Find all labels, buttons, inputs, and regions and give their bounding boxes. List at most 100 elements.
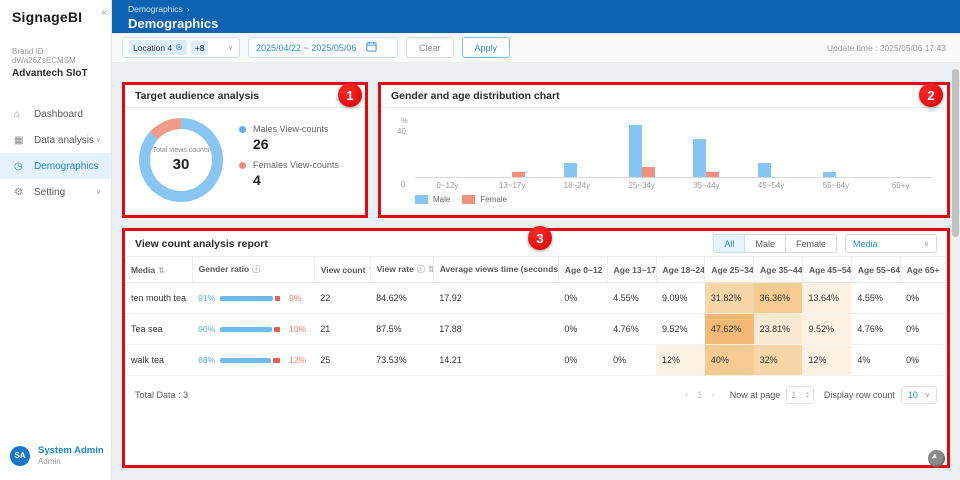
male-pct: 90%	[198, 324, 215, 334]
sidebar-item-label: Dashboard	[34, 109, 83, 120]
legend-swatch-icon	[415, 195, 428, 204]
prev-page-button[interactable]: ‹	[680, 390, 693, 401]
sidebar-item-demographics[interactable]: ◷Demographics	[0, 153, 111, 179]
column-header: View rateⓘ⇅	[370, 257, 433, 283]
page-input[interactable]: 1 ▴▾	[786, 386, 814, 404]
report-table: Media⇅Gender ratioⓘView count⇅View rateⓘ…	[125, 257, 947, 376]
location-more-chip[interactable]: +8	[191, 41, 209, 55]
gender-ratio-cell: 88% 12%	[192, 345, 314, 376]
annotation-box-3: View count analysis report AllMaleFemale…	[122, 228, 950, 468]
male-pct: 88%	[198, 355, 215, 365]
female-pct: 12%	[289, 355, 306, 365]
sidebar-item-data-analysis[interactable]: ▦Data analysis∨	[0, 127, 111, 153]
tab-male[interactable]: Male	[744, 234, 786, 253]
page-number[interactable]: 1	[693, 390, 706, 400]
age-cell: 32%	[754, 345, 803, 376]
column-header: Average views time (seconds)ⓘ⇅	[433, 257, 558, 283]
gender-ratio-bar	[220, 327, 284, 332]
info-icon[interactable]: ⓘ	[252, 265, 260, 274]
column-header: Age 0~12	[558, 257, 607, 283]
media-dropdown-value: Media	[853, 239, 878, 249]
column-header: Age 13~17	[607, 257, 656, 283]
age-cell: 0%	[558, 314, 607, 345]
age-cell: 4.55%	[851, 283, 900, 314]
annotation-badge-2: 2	[919, 83, 943, 107]
avg-time-cell: 17.88	[433, 314, 558, 345]
legend-value: 4	[253, 172, 339, 188]
male-bar	[220, 358, 271, 363]
sidebar-collapse-icon[interactable]: «	[101, 7, 107, 18]
scrollbar-thumb[interactable]	[952, 69, 959, 237]
column-header: Age 25~34	[705, 257, 754, 283]
annotation-box-1: Target audience analysis Total views cou…	[122, 82, 368, 218]
media-cell: Tea sea	[125, 314, 192, 345]
page-stepper[interactable]: ▴▾	[806, 391, 809, 399]
age-cell: 12%	[656, 345, 705, 376]
breadcrumb-separator: ›	[187, 5, 190, 14]
step-down-icon[interactable]: ▾	[806, 395, 809, 399]
column-header: Age 45~54	[802, 257, 851, 283]
sort-icon[interactable]: ⇅	[158, 266, 165, 275]
total-data: Total Data : 3	[135, 390, 188, 400]
calendar-icon[interactable]	[366, 39, 377, 57]
report-table-header: Media⇅Gender ratioⓘView count⇅View rateⓘ…	[125, 257, 947, 283]
next-page-button[interactable]: ›	[706, 390, 719, 401]
chip-remove-icon[interactable]: ⊗	[175, 42, 183, 53]
scrollbar[interactable]	[951, 63, 960, 480]
location-chip[interactable]: Location 4⊗	[129, 40, 187, 55]
female-bar	[274, 327, 280, 332]
bar-group-0~12y	[415, 120, 480, 177]
age-cell: 9.52%	[802, 314, 851, 345]
media-dropdown[interactable]: Media ∨	[845, 234, 937, 253]
female-bar	[275, 296, 280, 301]
breadcrumb[interactable]: Demographics ›	[128, 4, 960, 14]
age-cell: 0%	[607, 345, 656, 376]
media-cell: ten mouth tea	[125, 283, 192, 314]
gear-icon: ⚙	[14, 187, 34, 198]
bar-chart-legend: MaleFemale	[415, 195, 947, 204]
bar-male	[758, 163, 771, 177]
legend-value: 26	[253, 136, 339, 152]
sidebar-item-dashboard[interactable]: ⌂Dashboard	[0, 101, 111, 127]
sidebar-menu: ⌂Dashboard▦Data analysis∨◷Demographics⚙S…	[0, 101, 111, 205]
x-axis-ticks: 0~12y13~17y18~24y25~34y35~44y45~54y55~64…	[415, 181, 933, 190]
row-count-select[interactable]: 10 ∨	[901, 386, 937, 404]
tab-female[interactable]: Female	[785, 234, 837, 253]
user-block[interactable]: SA System Admin Admin	[10, 445, 104, 466]
legend-swatch-icon	[462, 195, 475, 204]
tab-all[interactable]: All	[713, 234, 745, 253]
x-tick-label: 45~54y	[739, 181, 804, 190]
age-cell: 0%	[558, 283, 607, 314]
info-icon[interactable]: ⓘ	[417, 265, 425, 274]
date-range-value: 2025/04/22 ~ 2025/05/06	[256, 43, 356, 53]
location-select[interactable]: Location 4⊗ +8 ∨	[122, 37, 240, 58]
chevron-down-icon: ∨	[96, 136, 101, 144]
breadcrumb-item[interactable]: Demographics	[128, 4, 183, 14]
display-row-count-label: Display row count	[824, 390, 895, 400]
bar-group-25~34y	[609, 120, 674, 177]
legend-item-male: Male	[415, 195, 450, 204]
clear-button[interactable]: Clear	[406, 37, 454, 58]
row-count-value: 10	[908, 390, 918, 400]
chevron-down-icon: ∨	[925, 391, 930, 399]
sidebar: SignageBI « Brand ID : dWa26ZsECMSM Adva…	[0, 0, 112, 480]
table-row: ten mouth tea91%9%2284.62%17.920%4.55%9.…	[125, 283, 947, 314]
age-cell: 4%	[851, 345, 900, 376]
avatar: SA	[10, 446, 30, 466]
chevron-down-icon: ∨	[96, 188, 101, 196]
apply-button[interactable]: Apply	[462, 37, 511, 58]
annotation-badge-3: 3	[528, 226, 552, 250]
column-header: Age 65+	[900, 257, 947, 283]
date-range-input[interactable]: 2025/04/22 ~ 2025/05/06	[248, 37, 398, 58]
report-table-body: ten mouth tea91%9%2284.62%17.920%4.55%9.…	[125, 283, 947, 376]
age-cell: 0%	[558, 345, 607, 376]
age-cell: 0%	[900, 314, 947, 345]
view-count-cell: 21	[314, 314, 370, 345]
avg-time-cell: 14.21	[433, 345, 558, 376]
sort-icon[interactable]: ⇅	[428, 265, 433, 274]
age-cell: 36.36%	[754, 283, 803, 314]
bar-female	[642, 167, 655, 177]
chevron-down-icon: ∨	[916, 240, 929, 248]
clock-icon: ◷	[14, 161, 34, 172]
sidebar-item-setting[interactable]: ⚙Setting∨	[0, 179, 111, 205]
